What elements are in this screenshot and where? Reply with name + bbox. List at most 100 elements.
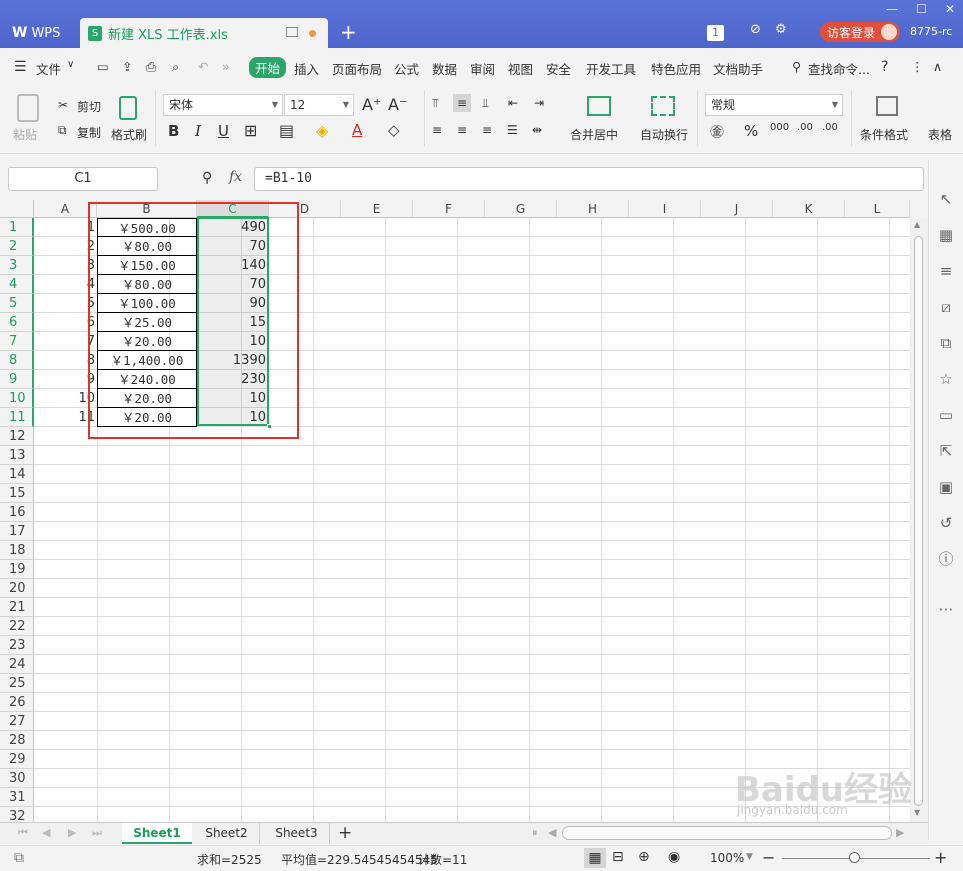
scissors-icon[interactable]: ✂ [58, 98, 68, 112]
menu-file[interactable]: 文件 [36, 59, 61, 78]
cell-a6[interactable]: 6 [34, 313, 97, 332]
row-header-17[interactable]: 17 [0, 522, 34, 541]
cell-b3[interactable]: ￥150.00 [97, 256, 197, 275]
cell-a11[interactable]: 11 [34, 408, 97, 427]
column-header-a[interactable]: A [34, 200, 97, 218]
cell-a3[interactable]: 3 [34, 256, 97, 275]
cell-c9[interactable]: 230 [197, 370, 269, 389]
macro-icon[interactable]: ⧉ [14, 850, 24, 866]
row-header-1[interactable]: 1 [0, 218, 34, 237]
vertical-scrollbar[interactable]: ▲ ▼ [910, 218, 928, 822]
format-painter-button[interactable]: 格式刷 [111, 126, 147, 143]
row-header-23[interactable]: 23 [0, 636, 34, 655]
justify-icon[interactable]: ☰ [507, 123, 518, 137]
align-center-icon[interactable]: ≡ [457, 123, 467, 137]
row-header-7[interactable]: 7 [0, 332, 34, 351]
wrap-text-icon[interactable] [651, 96, 675, 116]
splitter-icon[interactable]: ⏸ [532, 826, 538, 840]
row-header-28[interactable]: 28 [0, 731, 34, 750]
normal-view-icon[interactable]: ▦ [584, 848, 606, 868]
row-header-11[interactable]: 11 [0, 408, 34, 427]
cell-b5[interactable]: ￥100.00 [97, 294, 197, 313]
cell-b10[interactable]: ￥20.00 [97, 389, 197, 408]
star-icon[interactable]: ☆ [937, 370, 955, 388]
scroll-left-icon[interactable]: ◀ [548, 826, 556, 839]
name-box[interactable]: C1 [8, 167, 158, 191]
row-header-32[interactable]: 32 [0, 807, 34, 822]
spreadsheet-grid[interactable]: ABCDEFGHIJKL 1 2 3 4 5 6 7 8 9 10 11 12 13 14 15 16 17 18… [0, 200, 910, 822]
align-left-icon[interactable]: ≡ [432, 123, 442, 137]
window-count-badge[interactable]: 1 [707, 25, 724, 41]
cell-a4[interactable]: 4 [34, 275, 97, 294]
cell-c7[interactable]: 10 [197, 332, 269, 351]
undo-icon[interactable]: ↶ [198, 59, 208, 74]
cell-b2[interactable]: ￥80.00 [97, 237, 197, 256]
page-layout-icon[interactable]: ⊕ [638, 849, 650, 865]
sheet-tab-2[interactable]: Sheet2 [194, 823, 260, 844]
cell-a10[interactable]: 10 [34, 389, 97, 408]
cell-b9[interactable]: ￥240.00 [97, 370, 197, 389]
column-header-d[interactable]: D [269, 200, 341, 218]
merge-center-button[interactable]: 合并居中 [570, 126, 618, 143]
cell-style-icon[interactable]: ▤ [279, 121, 294, 140]
window-icon[interactable] [286, 27, 298, 37]
wrap-text-button[interactable]: 自动换行 [640, 126, 688, 143]
row-header-20[interactable]: 20 [0, 579, 34, 598]
column-header-k[interactable]: K [773, 200, 845, 218]
row-header-4[interactable]: 4 [0, 275, 34, 294]
cell-c3[interactable]: 140 [197, 256, 269, 275]
archive-icon[interactable]: ▭ [937, 406, 955, 424]
more-icon[interactable]: ⋯ [937, 600, 955, 618]
font-size-select[interactable]: 12 ▼ [284, 94, 354, 116]
increase-font-icon[interactable]: A⁺ [362, 95, 381, 114]
row-header-26[interactable]: 26 [0, 693, 34, 712]
menu-home[interactable]: 开始 [249, 57, 287, 78]
paste-button[interactable]: 粘贴 [13, 126, 37, 143]
conditional-format-button[interactable]: 条件格式 [860, 126, 908, 143]
decrease-font-icon[interactable]: A⁻ [388, 95, 407, 114]
help-icon[interactable]: ⓘ [937, 550, 955, 568]
align-top-icon[interactable]: ⫪ [432, 96, 439, 111]
thousands-icon[interactable]: 000 [770, 122, 789, 133]
menu-features[interactable]: 特色应用 [651, 59, 701, 78]
merge-cells-icon[interactable] [587, 96, 611, 116]
add-sheet-button[interactable]: + [338, 823, 352, 843]
row-header-14[interactable]: 14 [0, 465, 34, 484]
save-icon[interactable]: ▭ [97, 59, 109, 74]
row-header-6[interactable]: 6 [0, 313, 34, 332]
cell-b7[interactable]: ￥20.00 [97, 332, 197, 351]
italic-button[interactable]: I [195, 122, 201, 140]
paste-icon[interactable] [17, 94, 39, 122]
share-icon[interactable]: ⇱ [937, 442, 955, 460]
menu-formula[interactable]: 公式 [394, 59, 419, 78]
fx-icon[interactable]: fx [229, 169, 242, 185]
menu-view[interactable]: 视图 [508, 59, 533, 78]
align-right-icon[interactable]: ≡ [482, 123, 492, 137]
hamburger-icon[interactable]: ☰ [14, 59, 27, 75]
font-color-icon[interactable]: A [352, 121, 362, 139]
cell-b8[interactable]: ￥1,400.00 [97, 351, 197, 370]
row-header-19[interactable]: 19 [0, 560, 34, 579]
sheet-tab-3[interactable]: Sheet3 [264, 823, 330, 844]
fill-handle[interactable] [267, 424, 272, 429]
row-header-15[interactable]: 15 [0, 484, 34, 503]
cell-c4[interactable]: 70 [197, 275, 269, 294]
print-icon[interactable]: ⎙ [146, 59, 156, 75]
cell-c5[interactable]: 90 [197, 294, 269, 313]
filter-icon[interactable]: ≡ [937, 262, 955, 280]
menu-insert[interactable]: 插入 [294, 59, 319, 78]
menu-page-layout[interactable]: 页面布局 [332, 59, 382, 78]
cell-c8[interactable]: 1390 [197, 351, 269, 370]
command-search[interactable]: 查找命令... [808, 59, 870, 78]
cell-a8[interactable]: 8 [34, 351, 97, 370]
row-header-24[interactable]: 24 [0, 655, 34, 674]
column-header-g[interactable]: G [485, 200, 557, 218]
page-break-view-icon[interactable]: ⊟ [612, 849, 624, 865]
close-icon[interactable]: ✕ [945, 2, 955, 16]
column-header-b[interactable]: B [97, 200, 197, 218]
menu-review[interactable]: 审阅 [470, 59, 495, 78]
chevron-down-icon[interactable]: ∨ [67, 59, 74, 70]
column-header-c[interactable]: C [197, 200, 269, 218]
cell-c1[interactable]: 490 [197, 218, 269, 237]
fill-color-icon[interactable]: ◈ [316, 121, 328, 140]
